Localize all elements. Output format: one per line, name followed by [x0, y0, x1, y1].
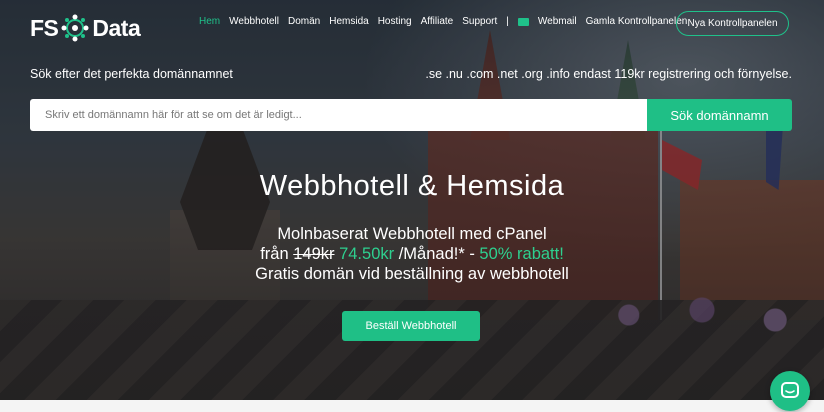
hero-subtitle: Molnbaserat Webbhotell med cPanel från 1… — [0, 224, 824, 284]
old-price: 149kr — [293, 245, 335, 263]
search-promo: .se .nu .com .net .org .info endast 119k… — [425, 67, 792, 81]
discount-text: 50% rabatt! — [479, 245, 564, 263]
nav-item-hosting[interactable]: Hosting — [378, 16, 412, 27]
hero-line-1: Molnbaserat Webbhotell med cPanel — [277, 225, 547, 243]
nav-item-webbhotell[interactable]: Webbhotell — [229, 16, 279, 27]
logo-text-fs: FS — [30, 14, 59, 41]
nav-item-old-panel[interactable]: Gamla Kontrollpanelen — [586, 16, 688, 27]
envelope-icon[interactable] — [517, 17, 529, 26]
hero-line-3: Gratis domän vid beställning av webbhote… — [255, 265, 569, 283]
nav-item-affiliate[interactable]: Affiliate — [421, 16, 454, 27]
nav-item-support[interactable]: Support — [462, 16, 497, 27]
page-bottom-strip — [0, 400, 824, 412]
domain-search-input[interactable] — [30, 99, 648, 131]
nav-item-doman[interactable]: Domän — [288, 16, 320, 27]
nav-item-webmail[interactable]: Webmail — [538, 16, 577, 27]
hero-line-2: från 149kr 74.50kr /Månad!* - 50% rabatt… — [0, 244, 824, 264]
logo-network-icon — [61, 14, 89, 42]
nav-item-hem[interactable]: Hem — [199, 16, 220, 27]
new-price: 74.50kr — [334, 245, 395, 263]
hero-title: Webbhotell & Hemsida — [259, 170, 565, 202]
main-nav: Hem Webbhotell Domän Hemsida Hosting Aff… — [199, 16, 696, 27]
search-domain-button[interactable]: Sök domännamn — [647, 99, 792, 131]
new-panel-button[interactable]: Nya Kontrollpanelen — [676, 11, 789, 36]
search-caption: Sök efter det perfekta domännamnet — [30, 67, 233, 81]
logo-text-data: Data — [92, 14, 141, 41]
nav-item-hemsida[interactable]: Hemsida — [329, 16, 368, 27]
chat-bubble-icon — [781, 382, 799, 398]
chat-widget-button[interactable] — [770, 371, 810, 411]
nav-separator: | — [506, 16, 509, 27]
order-hosting-button[interactable]: Beställ Webbhotell — [342, 311, 480, 341]
price-prefix: från — [260, 245, 294, 263]
site-logo[interactable]: FS Data — [30, 12, 141, 44]
price-per-month: /Månad!* - — [394, 245, 480, 263]
